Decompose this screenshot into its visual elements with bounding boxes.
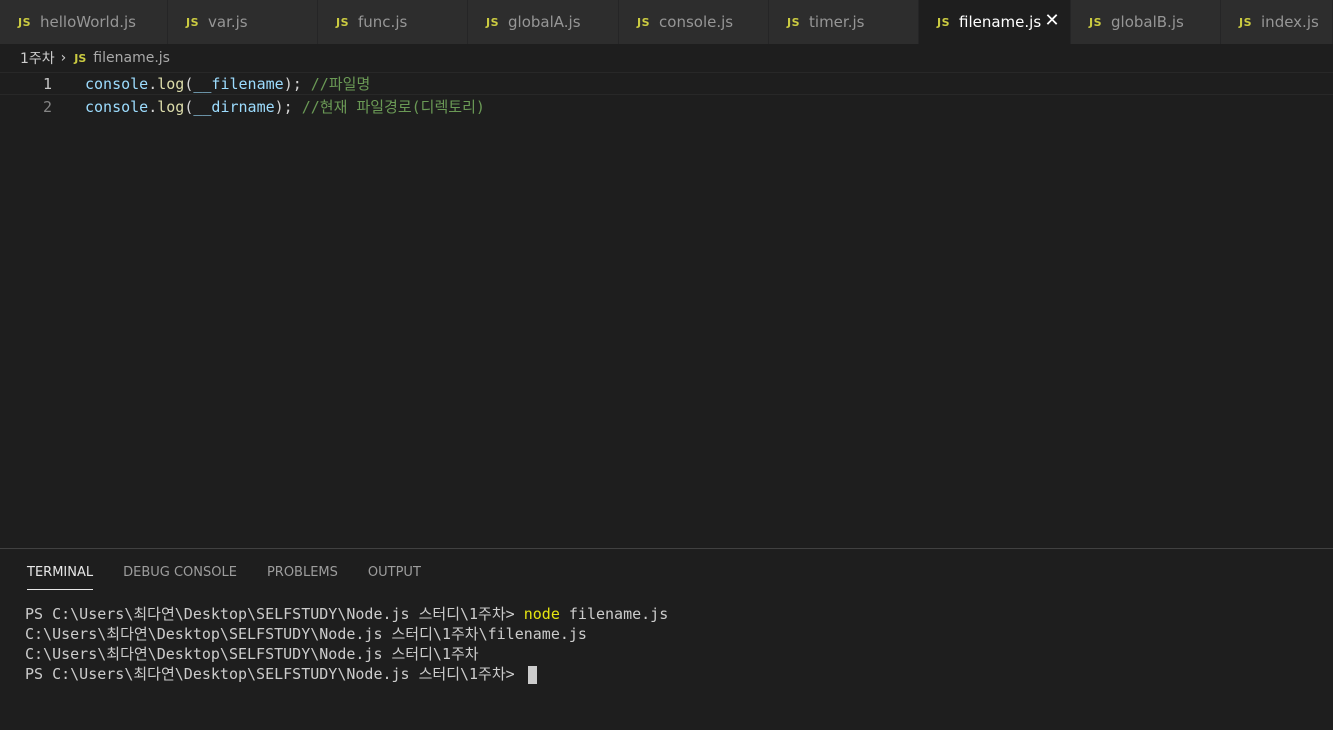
tab-label: func.js	[358, 13, 408, 31]
editor-tab-bar: JS helloWorld.js JS var.js JS func.js JS…	[0, 0, 1333, 44]
js-file-icon: JS	[637, 15, 651, 29]
code-content[interactable]: console.log(__dirname); //현재 파일경로(디렉토리)	[85, 96, 485, 119]
tab-timer[interactable]: JS timer.js	[769, 0, 919, 44]
js-file-icon: JS	[1089, 15, 1103, 29]
line-number: 1	[42, 75, 52, 93]
breadcrumb-folder[interactable]: 1주차	[20, 48, 55, 68]
line-number: 2	[42, 98, 52, 116]
tab-filename[interactable]: JS filename.js ✕	[919, 0, 1071, 44]
chevron-right-icon: ›	[60, 50, 67, 66]
code-line[interactable]: 2 console.log(__dirname); //현재 파일경로(디렉토리…	[0, 96, 1333, 119]
tab-label: var.js	[208, 13, 248, 31]
tab-helloworld[interactable]: JS helloWorld.js	[0, 0, 168, 44]
tab-label: helloWorld.js	[40, 13, 136, 31]
tab-label: timer.js	[809, 13, 865, 31]
panel-tabs: TERMINAL DEBUG CONSOLE PROBLEMS OUTPUT	[27, 564, 451, 590]
close-icon[interactable]: ✕	[1044, 12, 1060, 30]
js-file-icon: JS	[787, 15, 801, 29]
bottom-panel: TERMINAL DEBUG CONSOLE PROBLEMS OUTPUT P…	[0, 548, 1333, 730]
tab-problems[interactable]: PROBLEMS	[267, 564, 338, 590]
terminal-cursor	[527, 665, 537, 684]
tab-label: console.js	[659, 13, 734, 31]
tab-func[interactable]: JS func.js	[318, 0, 468, 44]
js-file-icon: JS	[937, 15, 951, 29]
js-file-icon: JS	[186, 15, 200, 29]
breadcrumb: 1주차 › JS filename.js	[0, 44, 1333, 72]
terminal-output[interactable]: PS C:\Users\최다연\Desktop\SELFSTUDY\Node.j…	[25, 604, 668, 684]
tab-var[interactable]: JS var.js	[168, 0, 318, 44]
tab-label: filename.js	[959, 13, 1042, 31]
tab-output[interactable]: OUTPUT	[368, 564, 421, 590]
tab-console[interactable]: JS console.js	[619, 0, 769, 44]
js-file-icon: JS	[18, 15, 32, 29]
js-file-icon: JS	[1239, 15, 1253, 29]
tab-label: index.js	[1261, 13, 1319, 31]
tab-index[interactable]: JS index.js	[1221, 0, 1333, 44]
terminal-line: C:\Users\최다연\Desktop\SELFSTUDY\Node.js 스…	[25, 645, 479, 663]
tab-globala[interactable]: JS globalA.js	[468, 0, 619, 44]
terminal-line[interactable]: PS C:\Users\최다연\Desktop\SELFSTUDY\Node.j…	[25, 664, 668, 684]
tab-label: globalB.js	[1111, 13, 1184, 31]
js-file-icon: JS	[74, 51, 87, 65]
breadcrumb-file[interactable]: filename.js	[93, 50, 170, 66]
tab-terminal[interactable]: TERMINAL	[27, 564, 94, 590]
js-file-icon: JS	[336, 15, 350, 29]
terminal-line: PS C:\Users\최다연\Desktop\SELFSTUDY\Node.j…	[25, 605, 669, 623]
code-editor[interactable]: 1 console.log(__filename); //파일명 2 conso…	[0, 72, 1333, 548]
tab-label: globalA.js	[508, 13, 581, 31]
terminal-line: C:\Users\최다연\Desktop\SELFSTUDY\Node.js 스…	[25, 625, 587, 643]
code-content[interactable]: console.log(__filename); //파일명	[85, 73, 370, 96]
code-line[interactable]: 1 console.log(__filename); //파일명	[0, 72, 1333, 95]
tab-debug-console[interactable]: DEBUG CONSOLE	[123, 564, 237, 590]
js-file-icon: JS	[486, 15, 500, 29]
tab-globalb[interactable]: JS globalB.js	[1071, 0, 1221, 44]
